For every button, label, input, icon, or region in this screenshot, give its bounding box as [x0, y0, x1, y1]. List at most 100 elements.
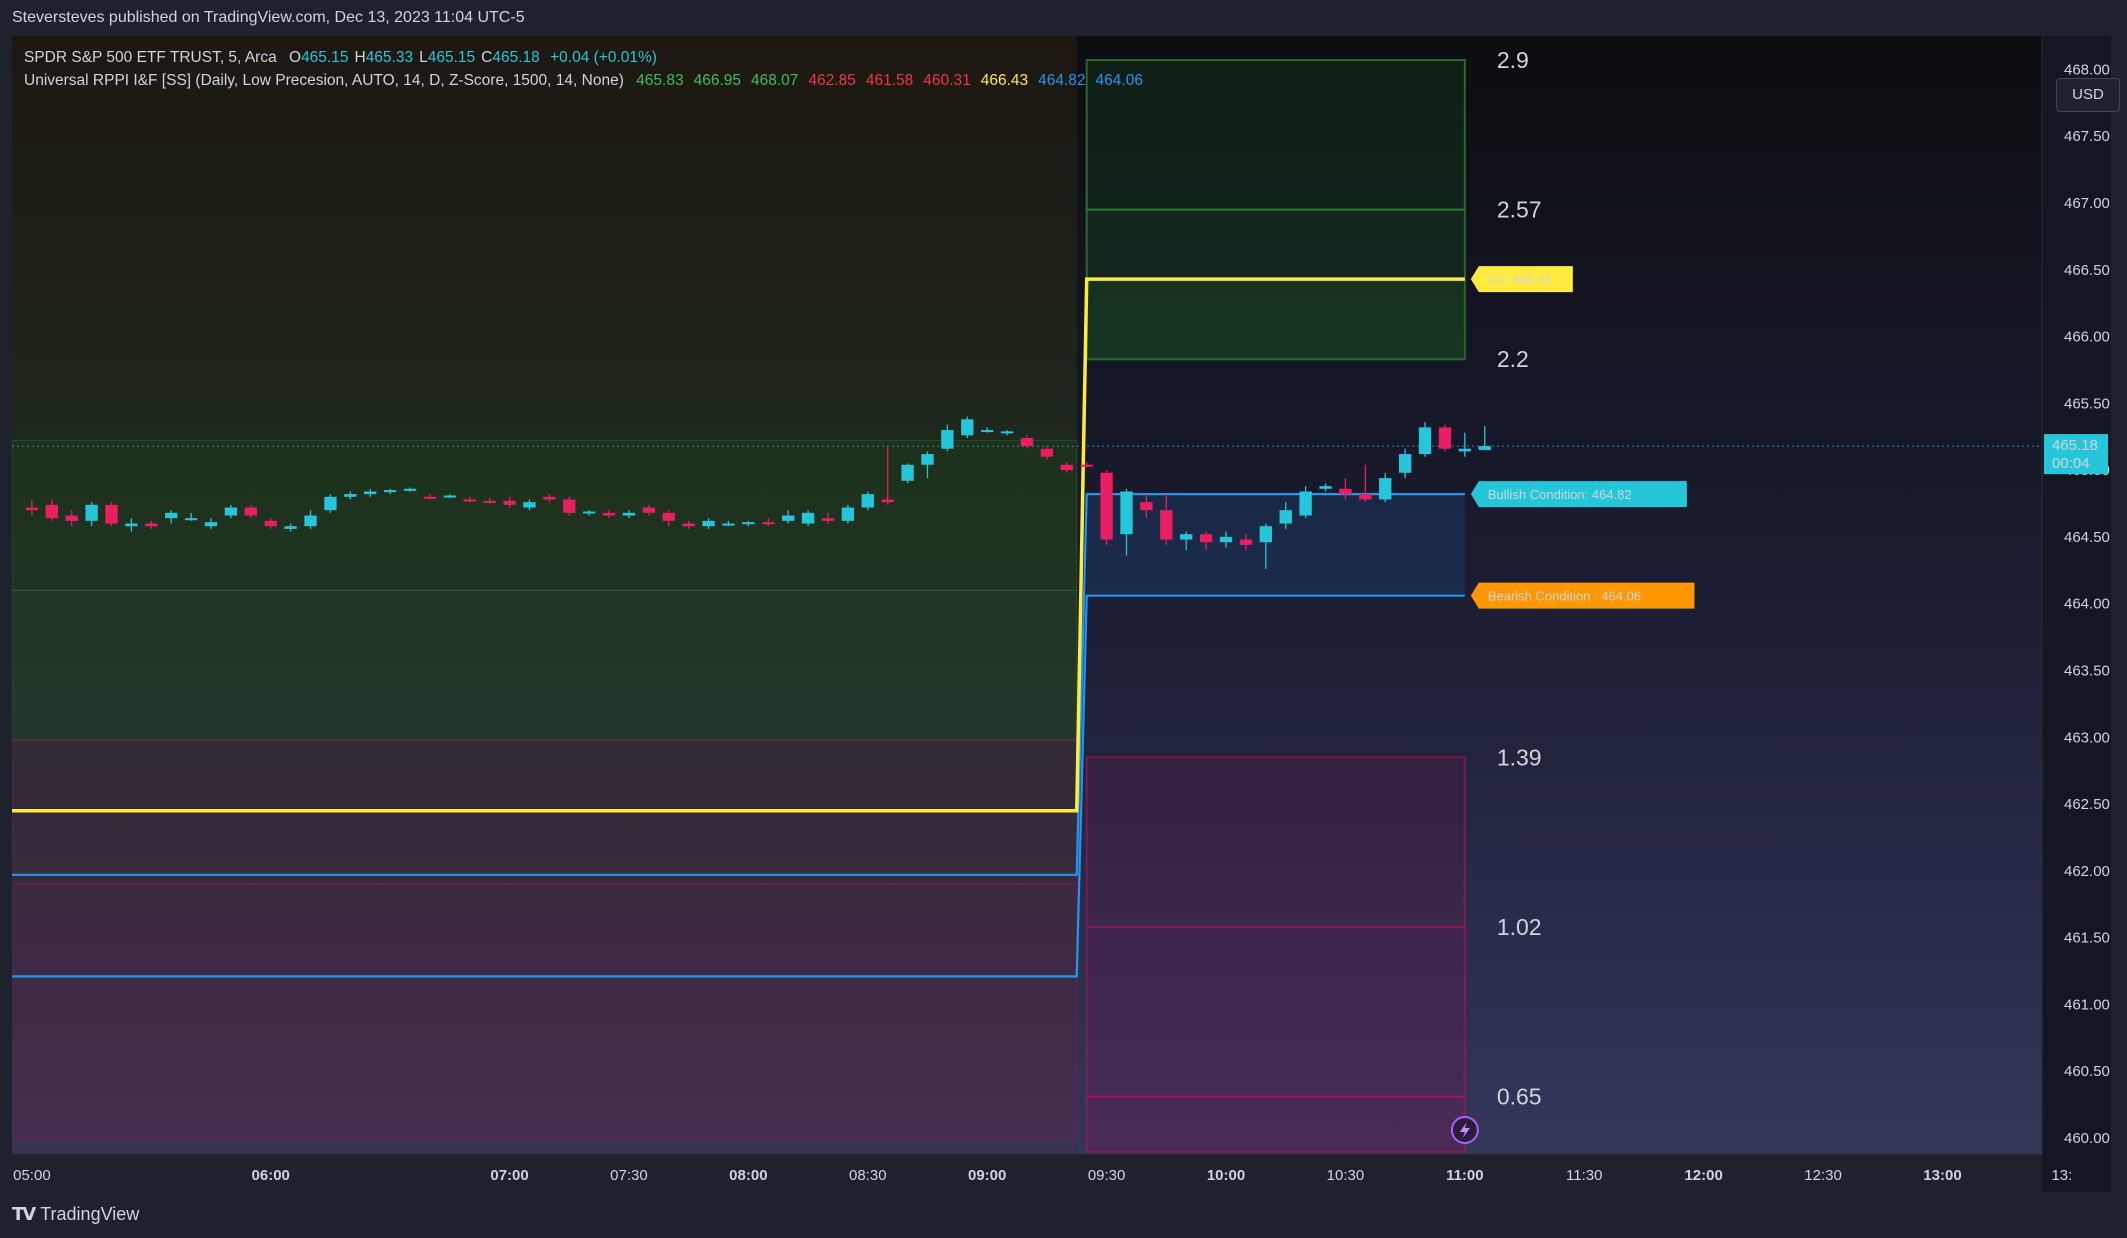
candle-body: [1319, 486, 1332, 489]
candle-body: [841, 507, 855, 521]
time-tick-label: 13:: [2051, 1167, 2072, 1184]
price-tick-label: 462.50: [2064, 796, 2110, 813]
zscore-label: 0.65: [1497, 1084, 1542, 1110]
zscore-label: 1.39: [1497, 744, 1542, 770]
candle-body: [165, 512, 178, 519]
candle-body: [1140, 502, 1153, 511]
candle-body: [1219, 536, 1233, 543]
candle-body: [184, 518, 198, 521]
time-tick-label: 05:00: [13, 1167, 51, 1184]
price-tick-label: 467.00: [2064, 195, 2110, 212]
candle-body: [105, 504, 118, 524]
candle-body: [543, 496, 556, 500]
zscore-label: 2.2: [1497, 346, 1529, 372]
candle-body: [324, 496, 337, 511]
price-label-bear: Bearish Condition : 464.06: [1470, 582, 1695, 609]
candle-body: [1339, 488, 1352, 495]
candle-body: [1020, 438, 1034, 447]
candle-body: [1120, 491, 1133, 535]
tradingview-logo-icon: 𝗧𝗩: [12, 1204, 36, 1224]
price-tick-label: 460.00: [2064, 1130, 2110, 1147]
candle-body: [702, 520, 715, 527]
candle-body: [662, 512, 675, 521]
candle-body: [682, 523, 695, 527]
last-price-badge: 465.1800:04: [2044, 434, 2108, 475]
candle: [1100, 470, 1113, 545]
price-tick-label: 463.00: [2064, 729, 2110, 746]
candle: [324, 494, 337, 513]
candle-body: [523, 502, 536, 508]
price-tick-label: 467.50: [2064, 128, 2110, 145]
candle-body: [1160, 510, 1173, 540]
candle-body: [941, 430, 954, 449]
price-chart[interactable]: 2.9 2.57 2.2 1.39 1.02 0.65 GT: 466.43 Bullish …: [12, 36, 2111, 1192]
time-tick-label: 12:30: [1804, 1167, 1842, 1184]
green-zone: [1086, 279, 1465, 360]
chart-area[interactable]: 2.9 2.57 2.2 1.39 1.02 0.65 GT: 466.43 Bullish …: [12, 36, 2120, 1192]
candle-body: [204, 522, 218, 527]
candle-body: [443, 495, 457, 498]
candle-body: [403, 488, 417, 491]
previous-zone: [12, 883, 1078, 1139]
candle: [961, 416, 974, 439]
candle-body: [722, 523, 735, 526]
candle-body: [782, 515, 795, 521]
candle-body: [762, 522, 775, 525]
candle-body: [1478, 446, 1491, 451]
candle-body: [981, 430, 994, 433]
candle-body: [304, 515, 317, 527]
tradingview-logo: 𝗧𝗩 TradingView: [12, 1204, 139, 1225]
zscore-label: 1.02: [1497, 914, 1542, 940]
publish-info: Steversteves published on TradingView.co…: [12, 9, 525, 26]
candle-body: [1359, 494, 1372, 500]
candle-body: [821, 518, 835, 521]
candle-body: [1418, 427, 1432, 455]
candle-body: [25, 507, 39, 511]
candle: [861, 491, 874, 511]
time-tick-label: 08:00: [729, 1167, 767, 1184]
time-tick-label: 12:00: [1684, 1167, 1722, 1184]
last-price-text: 465.18: [2052, 437, 2098, 454]
candle-body: [224, 507, 238, 516]
zscore-label: 2.9: [1497, 47, 1529, 73]
price-tick-label: 468.00: [2064, 61, 2110, 78]
candle: [105, 502, 118, 527]
price-tick-label: 464.50: [2064, 529, 2110, 546]
candle-body: [1040, 448, 1054, 457]
candle: [901, 463, 914, 484]
candle: [841, 504, 855, 524]
candle-body: [742, 522, 755, 525]
candle-body: [801, 512, 815, 524]
time-tick-label: 07:30: [610, 1167, 648, 1184]
candle-body: [881, 499, 894, 503]
candle-body: [1100, 472, 1113, 540]
candle-body: [65, 515, 78, 521]
candle-body: [383, 490, 397, 493]
price-tick-label: 461.00: [2064, 996, 2110, 1013]
candle-body: [901, 464, 914, 481]
candle-body: [1458, 448, 1472, 452]
previous-zone: [12, 589, 1078, 741]
candle-body: [264, 520, 277, 527]
price-tick-label: 466.00: [2064, 329, 2110, 346]
candle-body: [1000, 431, 1014, 434]
candle-body: [1180, 534, 1193, 540]
candle-body: [961, 419, 974, 436]
price-tick-label: 461.50: [2064, 930, 2110, 947]
time-tick-label: 08:30: [849, 1167, 887, 1184]
time-tick-label: 10:00: [1207, 1167, 1245, 1184]
time-tick-label: 13:00: [1923, 1167, 1961, 1184]
candle-body: [145, 523, 158, 527]
candle-body: [483, 500, 496, 503]
time-tick-label: 11:30: [1566, 1167, 1602, 1184]
candle-body: [1259, 526, 1272, 543]
time-tick-label: 11:00: [1446, 1167, 1484, 1184]
candle-body: [921, 454, 934, 465]
price-tick-label: 464.00: [2064, 596, 2110, 613]
candle: [563, 496, 576, 516]
price-tick-label: 460.50: [2064, 1063, 2110, 1080]
time-tick-label: 06:00: [252, 1167, 290, 1184]
lightning-icon: [1450, 1115, 1479, 1144]
currency-button[interactable]: USD: [2056, 78, 2120, 112]
candle-body: [364, 491, 377, 495]
